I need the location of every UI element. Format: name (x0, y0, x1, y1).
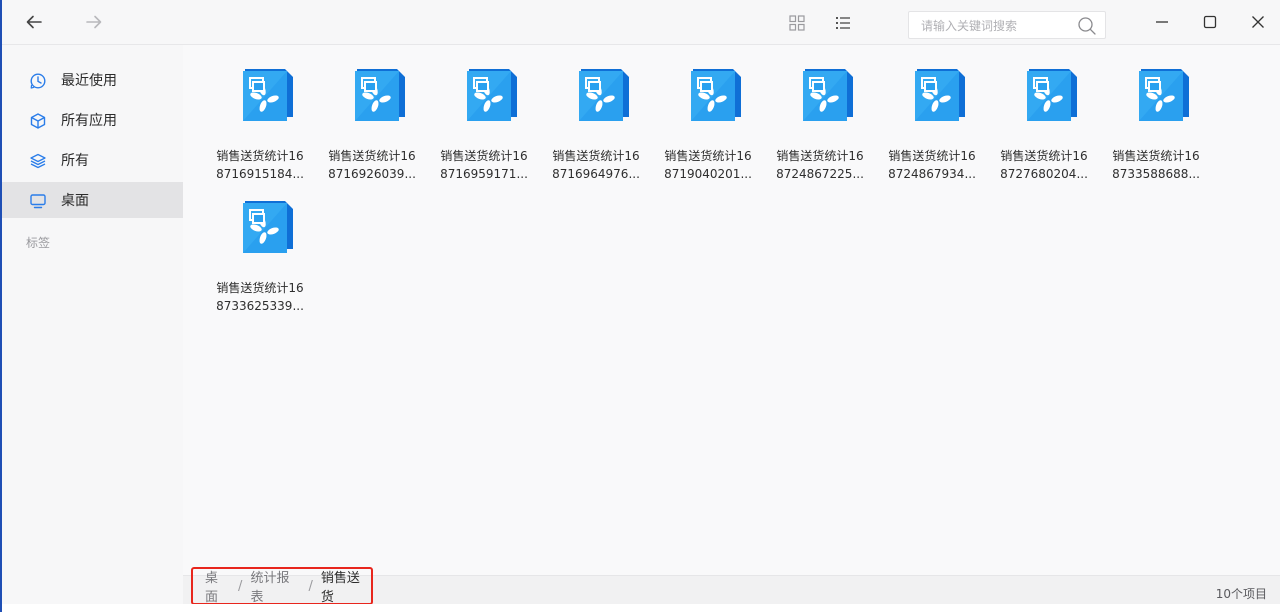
sidebar-item-label: 所有 (61, 153, 89, 169)
app-file-icon (1027, 69, 1077, 121)
maximize-button[interactable] (1200, 12, 1220, 32)
file-name-line: 销售送货统计16 (1000, 149, 1088, 163)
sidebar-item-all-apps[interactable]: 所有应用 (2, 102, 183, 138)
sidebar: 最近使用 所有应用 所有 桌面 标签 (2, 45, 183, 604)
status-bar: 桌面 / 统计报表 / 销售送货 10个项目 (183, 567, 1280, 605)
background-window-strip (2, 604, 1280, 612)
file-name-line: 8733625339... (216, 299, 304, 313)
file-name-line: 8724867934... (888, 167, 976, 181)
file-name-line: 销售送货统计16 (776, 149, 864, 163)
breadcrumb-current: 销售送货 (320, 571, 360, 605)
cube-icon (30, 113, 46, 129)
breadcrumb-reports[interactable]: 统计报表 (250, 567, 300, 605)
file-name: 销售送货统计16 8733588688... (1100, 147, 1212, 183)
app-file-icon (243, 69, 293, 121)
back-button[interactable] (22, 10, 46, 34)
file-name: 销售送货统计16 8724867225... (764, 147, 876, 183)
forward-button[interactable] (82, 10, 106, 34)
file-item[interactable]: 销售送货统计16 8733625339... (204, 195, 304, 321)
file-name-line: 销售送货统计16 (216, 281, 304, 295)
arrow-right-icon (86, 15, 102, 29)
clock-icon (30, 73, 46, 89)
sidebar-item-all[interactable]: 所有 (2, 142, 183, 178)
app-file-icon (355, 69, 405, 121)
sidebar-item-label: 桌面 (61, 193, 89, 209)
search-input[interactable] (919, 12, 1073, 40)
file-name-line: 销售送货统计16 (440, 149, 528, 163)
file-name: 销售送货统计16 8716959171... (428, 147, 540, 183)
sidebar-item-label: 所有应用 (61, 113, 117, 129)
file-item[interactable]: 销售送货统计16 8716964976... (540, 63, 640, 189)
file-grid: 销售送货统计16 8716915184... 销售送货统计16 87169260… (183, 45, 1280, 575)
file-item[interactable]: 销售送货统计16 8724867934... (876, 63, 976, 189)
sidebar-item-label: 最近使用 (61, 73, 117, 89)
file-name-line: 销售送货统计16 (888, 149, 976, 163)
file-item[interactable]: 销售送货统计16 8733588688... (1100, 63, 1200, 189)
item-count: 10个项目 (1215, 587, 1267, 601)
file-name: 销售送货统计16 8724867934... (876, 147, 988, 183)
arrow-left-icon (26, 15, 42, 29)
grid-view-button[interactable] (788, 14, 806, 32)
file-name-line: 8716926039... (328, 167, 416, 181)
file-name: 销售送货统计16 8716926039... (316, 147, 428, 183)
file-name-line: 销售送货统计16 (328, 149, 416, 163)
file-name-line: 销售送货统计16 (552, 149, 640, 163)
maximize-icon (1203, 15, 1217, 29)
file-name-line: 8733588688... (1112, 167, 1200, 181)
file-name: 销售送货统计16 8733625339... (204, 279, 316, 315)
file-name-line: 8716915184... (216, 167, 304, 181)
close-icon (1252, 16, 1264, 28)
file-item[interactable]: 销售送货统计16 8719040201... (652, 63, 752, 189)
app-file-icon (579, 69, 629, 121)
toolbar (2, 0, 1280, 45)
app-file-icon (915, 69, 965, 121)
app-file-icon (467, 69, 517, 121)
grid-icon (789, 15, 805, 31)
sidebar-item-desktop[interactable]: 桌面 (2, 182, 183, 218)
file-name-line: 销售送货统计16 (1112, 149, 1200, 163)
app-file-icon (1139, 69, 1189, 121)
close-button[interactable] (1248, 12, 1268, 32)
breadcrumb-separator: / (238, 578, 243, 594)
layers-icon (30, 153, 46, 169)
file-item[interactable]: 销售送货统计16 8716926039... (316, 63, 416, 189)
tags-section-label: 标签 (26, 236, 51, 250)
list-icon (836, 17, 850, 29)
file-name-line: 8724867225... (776, 167, 864, 181)
search-icon[interactable] (1077, 16, 1097, 36)
file-name-line: 8719040201... (664, 167, 752, 181)
file-item[interactable]: 销售送货统计16 8727680204... (988, 63, 1088, 189)
file-item[interactable]: 销售送货统计16 8716915184... (204, 63, 304, 189)
list-view-button[interactable] (834, 14, 852, 32)
file-name-line: 8727680204... (1000, 167, 1088, 181)
file-name-line: 销售送货统计16 (216, 149, 304, 163)
minimize-button[interactable] (1152, 12, 1172, 32)
search-box (908, 11, 1106, 40)
breadcrumb: 桌面 / 统计报表 / 销售送货 (191, 567, 373, 605)
app-file-icon (803, 69, 853, 121)
file-item[interactable]: 销售送货统计16 8724867225... (764, 63, 864, 189)
app-file-icon (243, 201, 293, 253)
file-name-line: 8716959171... (440, 167, 528, 181)
breadcrumb-desktop[interactable]: 桌面 (205, 567, 230, 605)
minimize-icon (1156, 21, 1168, 23)
sidebar-item-recent[interactable]: 最近使用 (2, 62, 183, 98)
file-name: 销售送货统计16 8727680204... (988, 147, 1100, 183)
file-name: 销售送货统计16 8716964976... (540, 147, 652, 183)
file-item[interactable]: 销售送货统计16 8716959171... (428, 63, 528, 189)
app-file-icon (691, 69, 741, 121)
file-browser-window: 最近使用 所有应用 所有 桌面 标签 (2, 0, 1280, 605)
file-name: 销售送货统计16 8719040201... (652, 147, 764, 183)
file-name: 销售送货统计16 8716915184... (204, 147, 316, 183)
file-name-line: 销售送货统计16 (664, 149, 752, 163)
breadcrumb-separator: / (308, 578, 313, 594)
monitor-icon (30, 194, 46, 209)
file-name-line: 8716964976... (552, 167, 640, 181)
